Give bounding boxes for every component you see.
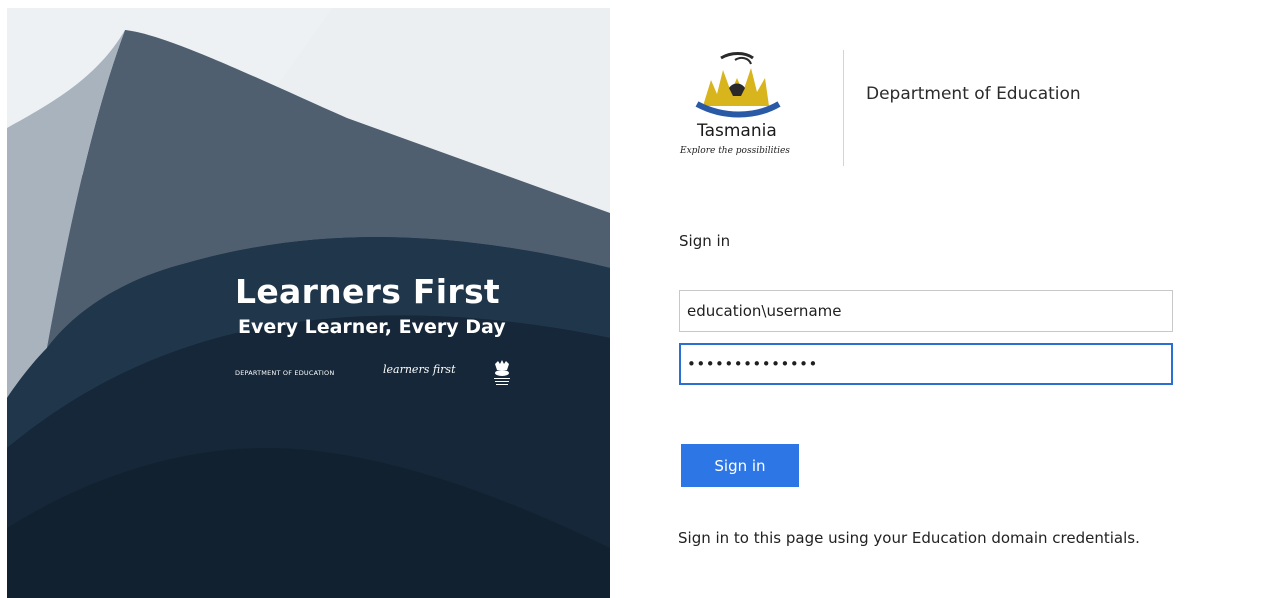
brand-subtitle: Every Learner, Every Day bbox=[238, 316, 506, 338]
sign-in-page: Learners First Every Learner, Every Day … bbox=[0, 0, 1283, 598]
department-name: Department of Education bbox=[866, 84, 1081, 104]
tasmania-logo: Tasmania Explore the possibilities bbox=[678, 48, 808, 173]
sign-in-heading: Sign in bbox=[679, 232, 731, 250]
government-crest-icon bbox=[494, 360, 510, 385]
username-input[interactable] bbox=[679, 290, 1173, 332]
brand-title: Learners First bbox=[235, 272, 500, 311]
logo-wordmark: Tasmania bbox=[697, 121, 777, 141]
password-input[interactable] bbox=[679, 343, 1173, 385]
illustration-panel: Learners First Every Learner, Every Day … bbox=[7, 8, 610, 598]
sign-in-button[interactable]: Sign in bbox=[681, 444, 799, 487]
brand-department: DEPARTMENT OF EDUCATION bbox=[235, 369, 335, 377]
sign-in-help-text: Sign in to this page using your Educatio… bbox=[678, 529, 1140, 547]
tasmanian-devil-logo-icon bbox=[695, 52, 781, 118]
logo-tagline: Explore the possibilities bbox=[680, 146, 790, 156]
sign-in-panel: Tasmania Explore the possibilities Depar… bbox=[610, 8, 1283, 598]
header-divider bbox=[843, 50, 844, 166]
learners-first-wordmark: learners first bbox=[383, 363, 456, 376]
